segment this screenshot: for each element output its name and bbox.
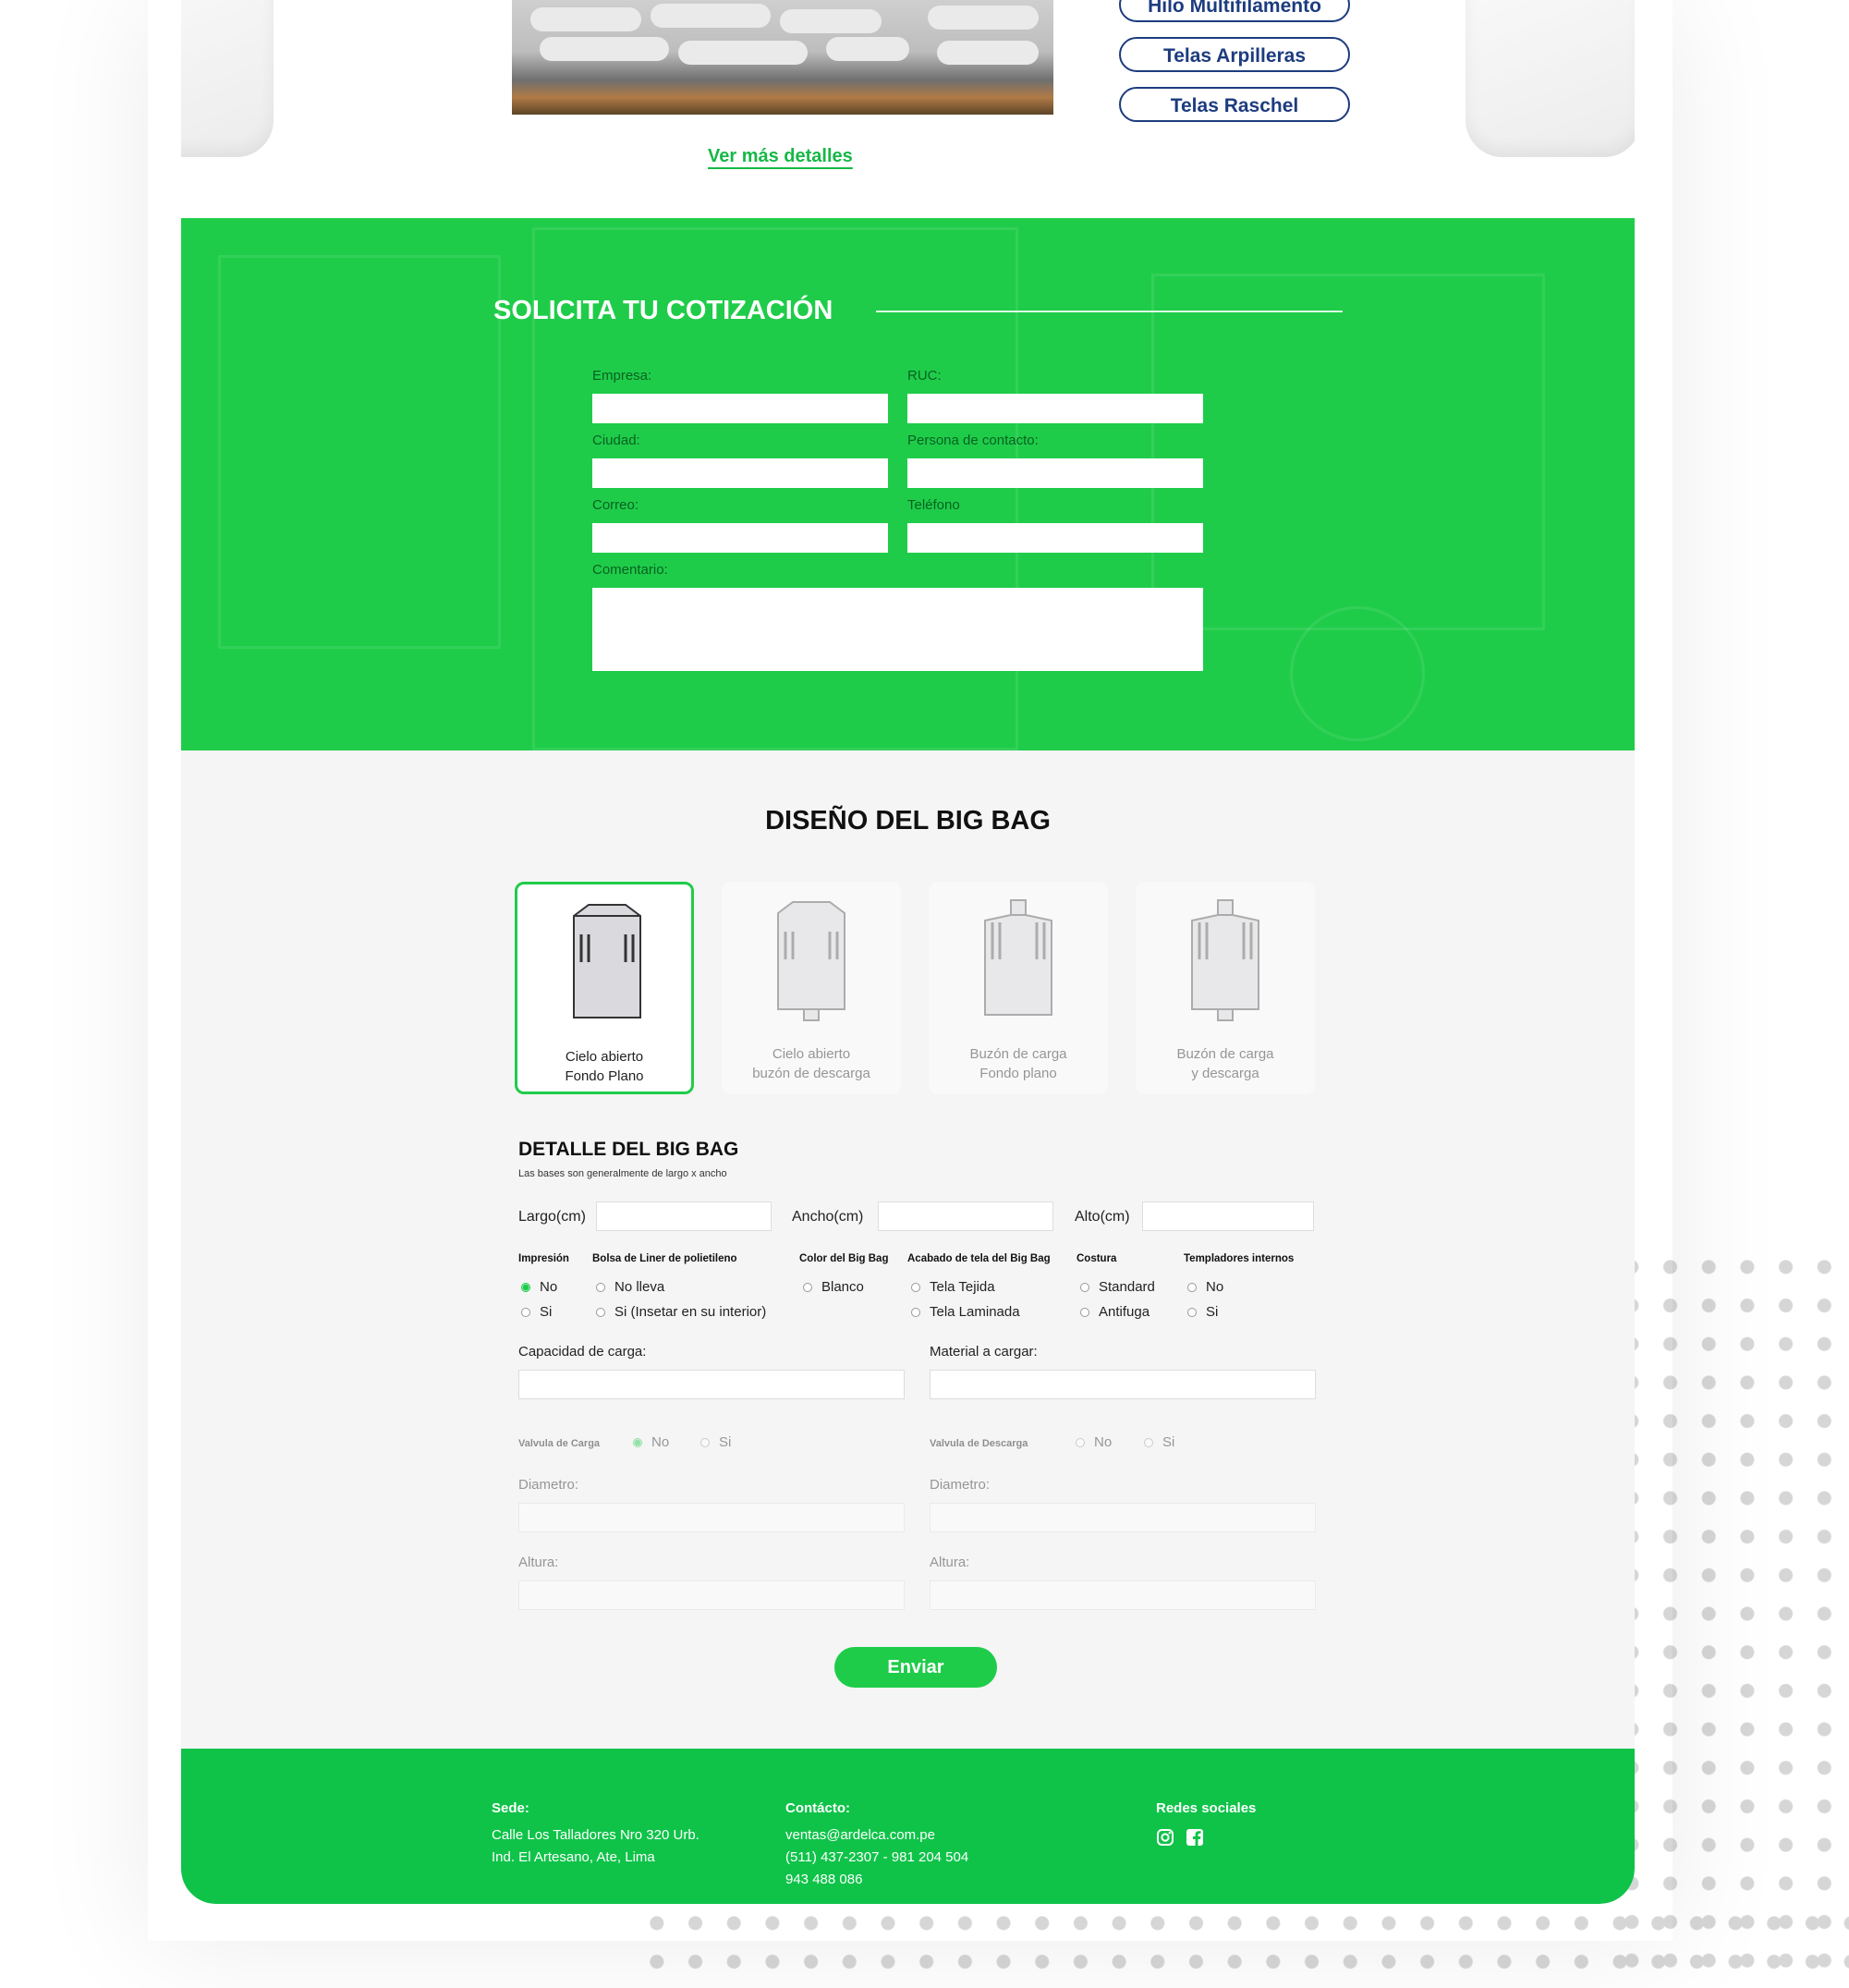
liner-si-radio[interactable]: Si (Insetar en su interior) [596,1304,766,1320]
valvula-carga-no-radio[interactable]: No [633,1434,669,1450]
design-option-label: Cielo abierto buzón de descarga [752,1046,870,1081]
empresa-input[interactable] [592,394,888,423]
contact-email-link[interactable]: ventas@ardelca.com.pe [785,1824,935,1847]
design-option-open-top-flat-bottom[interactable]: Cielo abierto Fondo Plano [515,882,694,1094]
alto-input[interactable] [1142,1201,1314,1231]
valvula-descarga-si-radio[interactable]: Si [1144,1434,1174,1450]
sede-line-2: Ind. El Artesano, Ate, Lima [492,1849,655,1865]
costura-antifuga-radio[interactable]: Antifuga [1080,1304,1150,1320]
contact-phone-2: 943 488 086 [785,1872,863,1887]
valvula-carga-title: Valvula de Carga [518,1438,601,1449]
persona-contacto-input[interactable] [907,458,1203,488]
redes-title: Redes sociales [1156,1800,1257,1816]
ciudad-input[interactable] [592,458,888,488]
instagram-icon[interactable] [1156,1828,1174,1847]
quote-title: SOLICITA TU COTIZACIÓN [493,296,833,325]
nav-pill-telas-arpilleras[interactable]: Telas Arpilleras [1119,37,1350,72]
telefono-label: Teléfono [907,497,960,513]
design-section: DISEÑO DEL BIG BAG Cielo abierto Fondo Pl… [181,750,1635,1749]
page-card: Hilo Multifilamento Telas Arpilleras Tel… [181,0,1635,1904]
acabado-laminada-radio[interactable]: Tela Laminada [911,1304,1020,1320]
product-photo [512,0,1053,115]
ancho-label: Ancho(cm) [792,1209,864,1225]
templadores-title: Templadores internos [1184,1253,1295,1264]
capacidad-input[interactable] [518,1370,905,1399]
sede-line-1: Calle Los Talladores Nro 320 Urb. [492,1827,699,1843]
facebook-icon[interactable] [1186,1828,1204,1847]
detail-subtitle: Las bases son generalmente de largo x an… [518,1168,727,1179]
big-bag-fill-spout-icon [984,899,1052,1016]
altura-descarga-label: Altura: [930,1555,970,1570]
valvula-descarga-no-radio[interactable]: No [1076,1434,1112,1450]
telefono-input[interactable] [907,523,1203,553]
nav-pill-telas-raschel[interactable]: Telas Raschel [1119,87,1350,122]
design-option-label: Buzón de carga y descarga [1176,1046,1274,1081]
design-option-open-top-discharge-spout[interactable]: Cielo abierto buzón de descarga [722,882,901,1094]
impresion-title: Impresión [518,1253,569,1264]
comentario-label: Comentario: [592,562,668,578]
sede-title: Sede: [492,1800,529,1816]
altura-carga-input[interactable] [518,1580,905,1610]
ciudad-label: Ciudad: [592,433,640,448]
costura-title: Costura [1077,1253,1117,1264]
ancho-input[interactable] [878,1201,1053,1231]
correo-label: Correo: [592,497,639,513]
valvula-descarga-title: Valvula de Descarga [930,1438,1028,1449]
ruc-input[interactable] [907,394,1203,423]
quote-title-divider [876,311,1343,312]
design-option-fill-and-discharge-spout[interactable]: Buzón de carga y descarga [1136,882,1315,1094]
color-title: Color del Big Bag [799,1253,889,1264]
design-option-label: Buzón de carga Fondo plano [969,1046,1067,1081]
templadores-si-radio[interactable]: Si [1187,1304,1218,1320]
valvula-carga-si-radio[interactable]: Si [700,1434,731,1450]
comentario-textarea[interactable] [592,588,1203,671]
design-title: DISEÑO DEL BIG BAG [765,806,1051,835]
altura-carga-label: Altura: [518,1555,559,1570]
templadores-no-radio[interactable]: No [1187,1279,1223,1295]
persona-contacto-label: Persona de contacto: [907,433,1039,448]
material-label: Material a cargar: [930,1344,1038,1360]
contacto-title: Contácto: [785,1800,850,1816]
quote-section: SOLICITA TU COTIZACIÓN Empresa: RUC: Ciu… [181,218,1635,750]
alto-label: Alto(cm) [1075,1209,1130,1225]
big-bag-open-top-icon [573,904,641,1018]
detail-title: DETALLE DEL BIG BAG [518,1139,739,1160]
costura-standard-radio[interactable]: Standard [1080,1279,1155,1295]
big-bag-decoration-right [1466,0,1635,157]
nav-pill-hilo-multifilamento[interactable]: Hilo Multifilamento [1119,0,1350,22]
diametro-descarga-label: Diametro: [930,1477,991,1493]
ver-mas-detalles-link[interactable]: Ver más detalles [708,146,853,167]
diametro-carga-label: Diametro: [518,1477,579,1493]
big-bag-discharge-spout-icon [777,901,845,1021]
correo-input[interactable] [592,523,888,553]
contact-phone-1: (511) 437-2307 - 981 204 504 [785,1849,969,1865]
altura-descarga-input[interactable] [930,1580,1316,1610]
capacidad-label: Capacidad de carga: [518,1344,647,1360]
impresion-no-radio[interactable]: No [521,1279,557,1295]
enviar-button[interactable]: Enviar [834,1647,997,1688]
design-option-fill-spout-flat-bottom[interactable]: Buzón de carga Fondo plano [929,882,1108,1094]
material-input[interactable] [930,1370,1316,1399]
ruc-label: RUC: [907,368,942,384]
acabado-tejida-radio[interactable]: Tela Tejida [911,1279,995,1295]
liner-no-lleva-radio[interactable]: No lleva [596,1279,664,1295]
diametro-carga-input[interactable] [518,1503,905,1532]
big-bag-fill-discharge-icon [1191,899,1259,1021]
big-bag-decoration-left [181,0,274,157]
design-option-label: Cielo abierto Fondo Plano [565,1049,644,1084]
acabado-title: Acabado de tela del Big Bag [907,1253,1051,1264]
liner-title: Bolsa de Liner de polietileno [592,1253,737,1264]
impresion-si-radio[interactable]: Si [521,1304,552,1320]
diametro-descarga-input[interactable] [930,1503,1316,1532]
footer: Sede: Calle Los Talladores Nro 320 Urb. … [181,1749,1635,1904]
empresa-label: Empresa: [592,368,652,384]
color-blanco-radio[interactable]: Blanco [803,1279,864,1295]
largo-label: Largo(cm) [518,1209,586,1225]
largo-input[interactable] [596,1201,772,1231]
